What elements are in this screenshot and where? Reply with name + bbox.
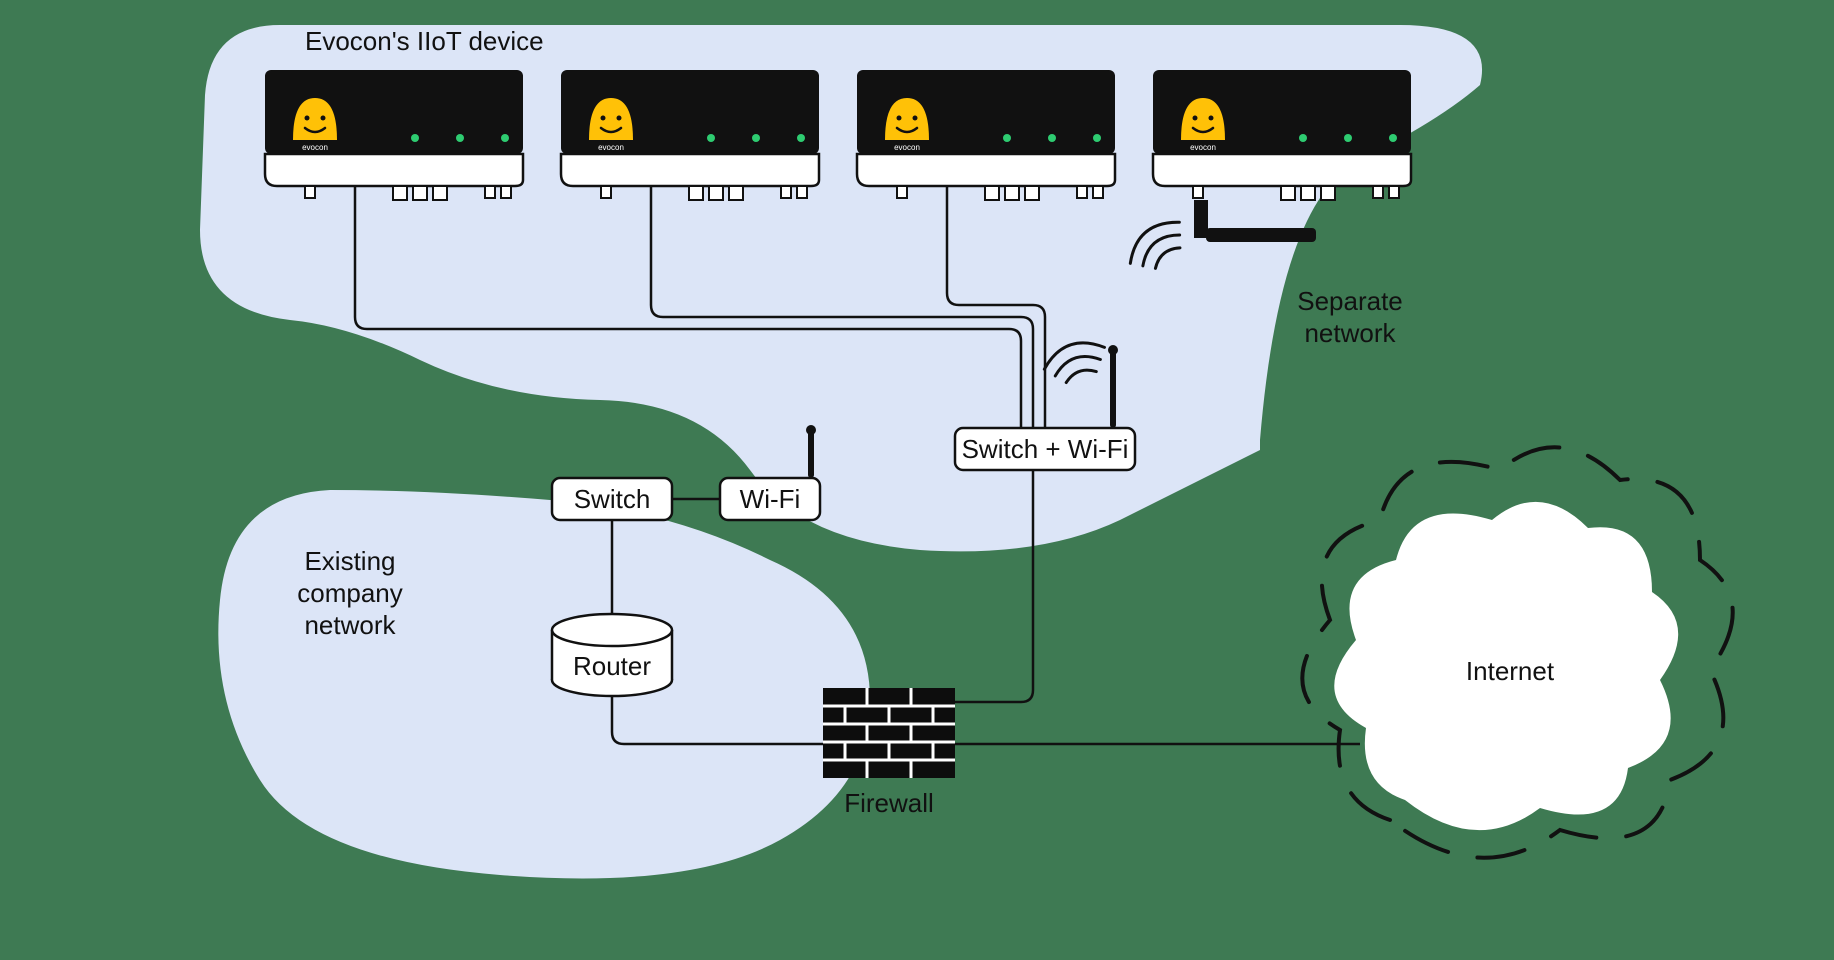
firewall-label: Firewall — [844, 788, 934, 818]
wifi-label: Wi-Fi — [740, 484, 801, 514]
separate-network-label-1: Separate — [1297, 286, 1403, 316]
switch-label: Switch — [574, 484, 651, 514]
existing-label-2: company — [297, 578, 403, 608]
internet-label: Internet — [1466, 656, 1555, 686]
iiot-device-3 — [857, 70, 1115, 200]
title-label: Evocon's IIoT device — [305, 26, 544, 56]
switch-wifi-label: Switch + Wi-Fi — [962, 434, 1129, 464]
switch-node: Switch — [552, 478, 672, 520]
firewall-node: Firewall — [823, 688, 955, 818]
separate-network-label-2: network — [1304, 318, 1396, 348]
iiot-device-1 — [265, 70, 523, 200]
router-label: Router — [573, 651, 651, 681]
existing-label-3: network — [304, 610, 396, 640]
iiot-device-2 — [561, 70, 819, 200]
internet-cloud: Internet — [1302, 447, 1732, 857]
router-node: Router — [552, 614, 672, 696]
existing-label-1: Existing — [304, 546, 395, 576]
